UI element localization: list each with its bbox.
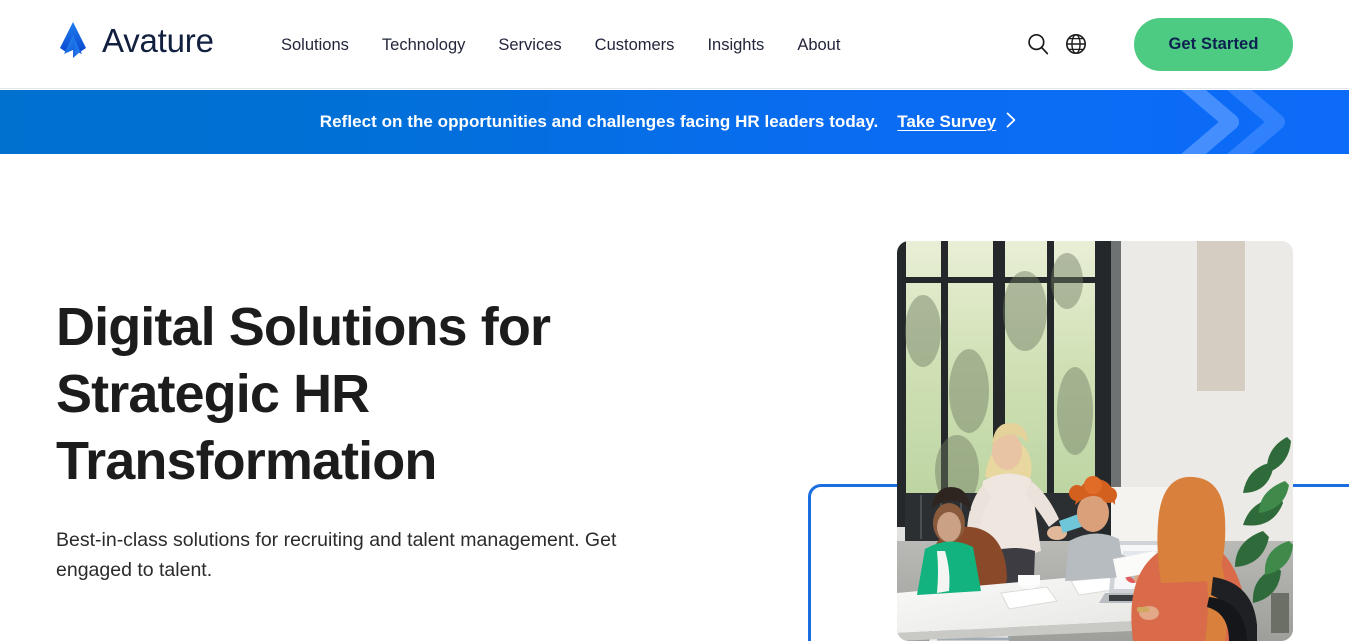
banner-message: Reflect on the opportunities and challen… (319, 112, 879, 131)
globe-icon (1063, 31, 1089, 60)
nav-item-technology[interactable]: Technology (382, 33, 465, 57)
hero-section: Digital Solutions for Strategic HR Trans… (0, 154, 1349, 641)
main-navigation: Solutions Technology Services Customers … (281, 33, 840, 57)
get-started-button[interactable]: Get Started (1134, 18, 1293, 71)
brand-logo-link[interactable]: Avature (56, 21, 214, 59)
banner-content: Reflect on the opportunities and challen… (320, 112, 1017, 133)
hero-copy: Digital Solutions for Strategic HR Trans… (56, 294, 696, 585)
take-survey-label: Take Survey (897, 112, 997, 131)
hero-subtitle: Best-in-class solutions for recruiting a… (56, 529, 617, 581)
search-icon (1025, 31, 1051, 60)
nav-item-customers[interactable]: Customers (595, 33, 675, 57)
nav-item-insights[interactable]: Insights (707, 33, 764, 57)
brand-name: Avature (102, 21, 214, 59)
site-header: Avature Solutions Technology Services Cu… (0, 0, 1349, 89)
language-selector-button[interactable] (1061, 30, 1091, 60)
search-button[interactable] (1023, 30, 1053, 60)
announcement-banner: Reflect on the opportunities and challen… (0, 90, 1349, 154)
chevron-right-icon (1006, 112, 1017, 133)
banner-chevron-decoration (1119, 90, 1349, 154)
hero-image (897, 241, 1293, 641)
nav-item-services[interactable]: Services (498, 33, 561, 57)
nav-item-about[interactable]: About (797, 33, 840, 57)
take-survey-link[interactable]: Take Survey (897, 112, 1017, 133)
page-title: Digital Solutions for Strategic HR Trans… (56, 297, 551, 491)
nav-item-solutions[interactable]: Solutions (281, 33, 349, 57)
page-root: Avature Solutions Technology Services Cu… (0, 0, 1349, 641)
avature-triangle-logo-icon (56, 21, 90, 59)
